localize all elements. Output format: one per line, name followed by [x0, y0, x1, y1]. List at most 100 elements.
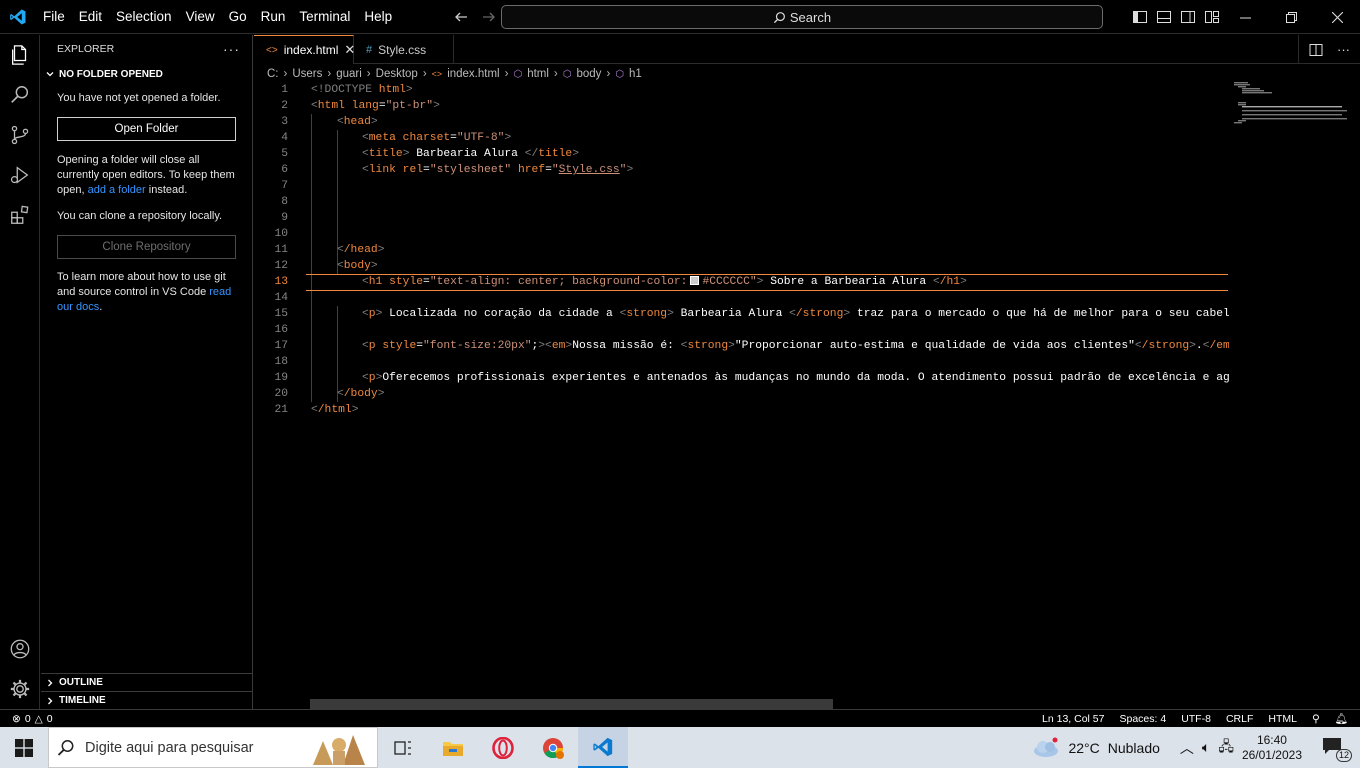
command-center-search[interactable]: Search [501, 5, 1103, 29]
feedback-icon[interactable]: ⚲ [1312, 713, 1320, 725]
menu-file[interactable]: File [36, 0, 72, 34]
windows-taskbar: Digite aqui para pesquisar 22°C Nublado … [0, 727, 1360, 768]
weather-condition[interactable]: Nublado [1108, 740, 1160, 756]
taskbar-search-box[interactable]: Digite aqui para pesquisar [48, 727, 378, 768]
task-view-icon[interactable] [378, 727, 428, 768]
layout-controls [1130, 0, 1222, 34]
window-controls [1222, 0, 1360, 34]
more-actions-icon[interactable]: ··· [223, 41, 240, 57]
menu-run[interactable]: Run [254, 0, 293, 34]
opera-browser-icon[interactable] [478, 727, 528, 768]
file-explorer-icon[interactable] [428, 727, 478, 768]
crumb-file[interactable]: index.html [447, 68, 499, 80]
code-line: <head> [337, 116, 378, 128]
chevron-right-icon [48, 697, 53, 704]
code-editor[interactable]: 1 2 3 4 5 6 7 8 9 10 11 12 13 14 15 16 1… [254, 82, 1229, 706]
crumb-drive[interactable]: C: [267, 68, 279, 80]
menu-terminal[interactable]: Terminal [292, 0, 357, 34]
code-line: <link rel="stylesheet" href="Style.css"> [362, 164, 634, 176]
volume-icon[interactable]: 🔈︎ [1202, 739, 1210, 756]
clock[interactable]: 16:40 26/01/2023 [1242, 733, 1302, 763]
line-number: 15 [274, 308, 288, 320]
extensions-icon[interactable] [0, 195, 40, 235]
network-icon[interactable]: 🖧︎ [1218, 736, 1234, 760]
line-number: 14 [274, 292, 288, 304]
add-folder-link[interactable]: add a folder [88, 184, 146, 196]
source-control-icon[interactable] [0, 115, 40, 155]
token: . [1195, 340, 1203, 352]
toggle-secondary-sidebar-icon[interactable] [1178, 7, 1198, 27]
minimap[interactable] [1232, 82, 1347, 142]
token: "stylesheet" [429, 164, 512, 176]
crumb-desktop[interactable]: Desktop [376, 68, 418, 80]
restore-icon[interactable] [1268, 0, 1314, 34]
notifications-bell-icon[interactable]: 🔔︎ [1335, 712, 1348, 725]
open-folder-button[interactable]: Open Folder [57, 117, 236, 141]
windows-start-icon[interactable] [0, 727, 48, 768]
breadcrumb: C: › Users › guari › Desktop › <> index.html ›… [254, 65, 1360, 83]
back-arrow-icon[interactable] [450, 6, 472, 28]
line-number: 19 [274, 372, 288, 384]
run-debug-icon[interactable] [0, 155, 40, 195]
timeline-section[interactable]: TIMELINE [41, 691, 252, 709]
settings-gear-icon[interactable] [0, 669, 40, 709]
code-line: </body> [337, 388, 385, 400]
menu-help[interactable]: Help [357, 0, 399, 34]
line-ending[interactable]: CRLF [1226, 713, 1253, 725]
indentation[interactable]: Spaces: 4 [1119, 713, 1166, 725]
tab-style-css[interactable]: # Style.css [354, 35, 454, 64]
crumb-body[interactable]: body [577, 68, 602, 80]
more-actions-icon[interactable]: ··· [1337, 42, 1350, 57]
code-line: <body> [337, 260, 378, 272]
menu-selection[interactable]: Selection [109, 0, 179, 34]
weather-temp[interactable]: 22°C [1068, 740, 1099, 756]
weather-cloud-icon[interactable] [1032, 737, 1060, 759]
encoding[interactable]: UTF-8 [1181, 713, 1211, 725]
search-icon[interactable] [0, 75, 40, 115]
no-folder-section-header[interactable]: NO FOLDER OPENED [41, 63, 252, 85]
toggle-panel-icon[interactable] [1154, 7, 1174, 27]
split-editor-icon[interactable] [1309, 43, 1323, 57]
minimize-icon[interactable] [1222, 0, 1268, 34]
toggle-primary-sidebar-icon[interactable] [1130, 7, 1150, 27]
vscode-taskbar-icon[interactable] [578, 727, 628, 768]
forward-arrow-icon[interactable] [478, 6, 500, 28]
line-number: 11 [274, 244, 288, 256]
notification-center-icon[interactable]: 12 [1322, 737, 1352, 762]
outline-section[interactable]: OUTLINE [41, 673, 252, 691]
explorer-title: EXPLORER [57, 43, 115, 55]
close-icon[interactable] [1314, 0, 1360, 34]
crumb-h1[interactable]: h1 [629, 68, 642, 80]
line-number: 8 [281, 196, 288, 208]
explorer-icon[interactable] [0, 35, 40, 75]
tab-index-html[interactable]: <> index.html ✕ [254, 35, 355, 64]
menu-edit[interactable]: Edit [72, 0, 109, 34]
code-line: <p>Oferecemos profissionais experientes … [362, 370, 1229, 386]
title-bar: File Edit Selection View Go Run Terminal… [0, 0, 1360, 34]
customize-layout-icon[interactable] [1202, 7, 1222, 27]
crumb-html[interactable]: html [527, 68, 549, 80]
crumb-users[interactable]: Users [292, 68, 322, 80]
stylesheet-link[interactable]: Style.css [559, 164, 620, 176]
token: link [368, 164, 396, 176]
cursor-position[interactable]: Ln 13, Col 57 [1042, 713, 1104, 725]
code-line: <title> Barbearia Alura </title> [362, 148, 579, 160]
problems-indicator[interactable]: ⊗ 0 △ 0 [0, 713, 53, 725]
token: /em [1209, 340, 1229, 352]
chrome-browser-icon[interactable] [528, 727, 578, 768]
token: strong [626, 308, 668, 320]
accounts-icon[interactable] [0, 629, 40, 669]
menu-view[interactable]: View [179, 0, 222, 34]
editor-actions: ··· [1298, 35, 1360, 64]
clone-repository-button[interactable]: Clone Repository [57, 235, 236, 259]
no-folder-message: You have not yet opened a folder. [57, 92, 221, 104]
color-swatch[interactable] [690, 276, 700, 285]
token: Sobre a Barbearia Alura [763, 276, 933, 288]
language-mode[interactable]: HTML [1268, 713, 1297, 725]
chevron-up-icon[interactable]: ︿ [1180, 738, 1194, 758]
clone-hint: You can clone a repository locally. [57, 210, 223, 222]
menu-go[interactable]: Go [222, 0, 254, 34]
html-file-icon: <> [266, 44, 278, 56]
crumb-guari[interactable]: guari [336, 68, 362, 80]
horizontal-scrollbar[interactable] [310, 699, 833, 709]
